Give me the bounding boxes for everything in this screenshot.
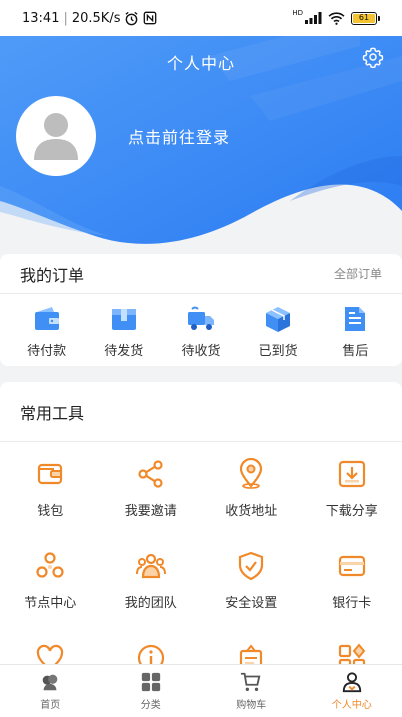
tool-label: 节点中心: [24, 596, 77, 611]
order-label: 待付款: [27, 344, 67, 359]
nodes-icon: [36, 552, 64, 578]
all-orders-link[interactable]: 全部订单: [334, 265, 382, 282]
shield-icon: [239, 551, 264, 581]
delivery-truck-icon: [187, 306, 214, 330]
tool-label: 收货地址: [225, 504, 278, 519]
orders-header: 我的订单 全部订单: [0, 254, 402, 294]
tab-label: 分类: [140, 700, 161, 711]
battery-level: 61: [353, 13, 375, 23]
order-pending-receipt[interactable]: 待收货: [165, 294, 237, 359]
user-icon: [342, 672, 361, 693]
bottom-tab-bar: 首页 分类 购物车 个人中心: [0, 664, 402, 717]
location-pin-icon: [240, 458, 263, 489]
tool-label: 银行卡: [332, 596, 372, 611]
login-link[interactable]: 点击前往登录: [128, 124, 230, 148]
tab-profile[interactable]: 个人中心: [302, 665, 402, 717]
wifi-icon: [328, 11, 345, 25]
tab-label: 购物车: [236, 700, 267, 711]
tool-wallet[interactable]: 钱包: [0, 442, 101, 534]
tab-cart[interactable]: 购物车: [201, 665, 302, 717]
tool-label: 钱包: [37, 504, 64, 519]
page-title: 个人中心: [166, 54, 235, 73]
home-icon: [42, 674, 58, 691]
status-bar: 13:41 | 20.5K/s HD 61: [0, 0, 402, 36]
status-time: 13:41: [22, 10, 60, 26]
tool-node-center[interactable]: 节点中心: [0, 534, 101, 626]
profile-header: 个人中心 点击前往登录: [0, 36, 402, 256]
signal-icon: [305, 12, 322, 24]
tool-label: 我要邀请: [124, 504, 177, 519]
team-icon: [135, 553, 166, 579]
hd-tag: HD: [292, 9, 303, 17]
orders-card: 我的订单 全部订单 待付款 待发货 待收货 已到货 售后: [0, 254, 402, 366]
tab-label: 个人中心: [331, 700, 372, 711]
alarm-icon: [125, 11, 139, 25]
tool-address[interactable]: 收货地址: [201, 442, 302, 534]
tab-label: 首页: [40, 700, 61, 711]
tools-title: 常用工具: [20, 403, 85, 423]
cart-icon: [241, 672, 261, 691]
tool-download-share[interactable]: 下载分享: [302, 442, 402, 534]
tab-home[interactable]: 首页: [0, 665, 101, 717]
order-label: 已到货: [258, 344, 298, 359]
order-arrived[interactable]: 已到货: [242, 294, 314, 359]
wallet-icon: [34, 307, 59, 330]
orders-title: 我的订单: [20, 265, 85, 285]
settings-gear-icon[interactable]: [362, 46, 384, 68]
wallet-icon: [38, 463, 63, 485]
tool-label: 安全设置: [225, 596, 278, 611]
bank-card-icon: [338, 555, 365, 577]
tool-invite[interactable]: 我要邀请: [101, 442, 202, 534]
default-user-avatar-icon: [34, 113, 78, 160]
package-box-icon: [111, 309, 136, 330]
order-label: 待收货: [181, 344, 221, 359]
order-pending-shipment[interactable]: 待发货: [88, 294, 160, 359]
tool-bank-card[interactable]: 银行卡: [302, 534, 402, 626]
after-sales-document-icon: [345, 307, 366, 331]
arrived-box-icon: [266, 307, 291, 332]
tab-category[interactable]: 分类: [101, 665, 202, 717]
order-after-sales[interactable]: 售后: [319, 294, 391, 359]
download-icon: [338, 460, 365, 488]
tool-my-team[interactable]: 我的团队: [101, 534, 202, 626]
order-label: 待发货: [104, 344, 144, 359]
share-icon: [138, 460, 163, 488]
tools-header: 常用工具: [0, 382, 402, 442]
tool-label: 下载分享: [325, 504, 378, 519]
tool-label: 我的团队: [124, 596, 177, 611]
tools-card: 常用工具 钱包 我要邀请 收货地址 下载分享 节点中心 我的团队 安全设置 银行…: [0, 382, 402, 672]
tool-security[interactable]: 安全设置: [201, 534, 302, 626]
order-label: 售后: [342, 344, 369, 359]
status-speed: 20.5K/s: [71, 10, 121, 26]
order-pending-payment[interactable]: 待付款: [11, 294, 83, 359]
category-icon: [141, 672, 160, 692]
battery-icon: 61: [351, 11, 380, 25]
avatar[interactable]: [16, 96, 96, 176]
nfc-icon: [144, 11, 157, 25]
